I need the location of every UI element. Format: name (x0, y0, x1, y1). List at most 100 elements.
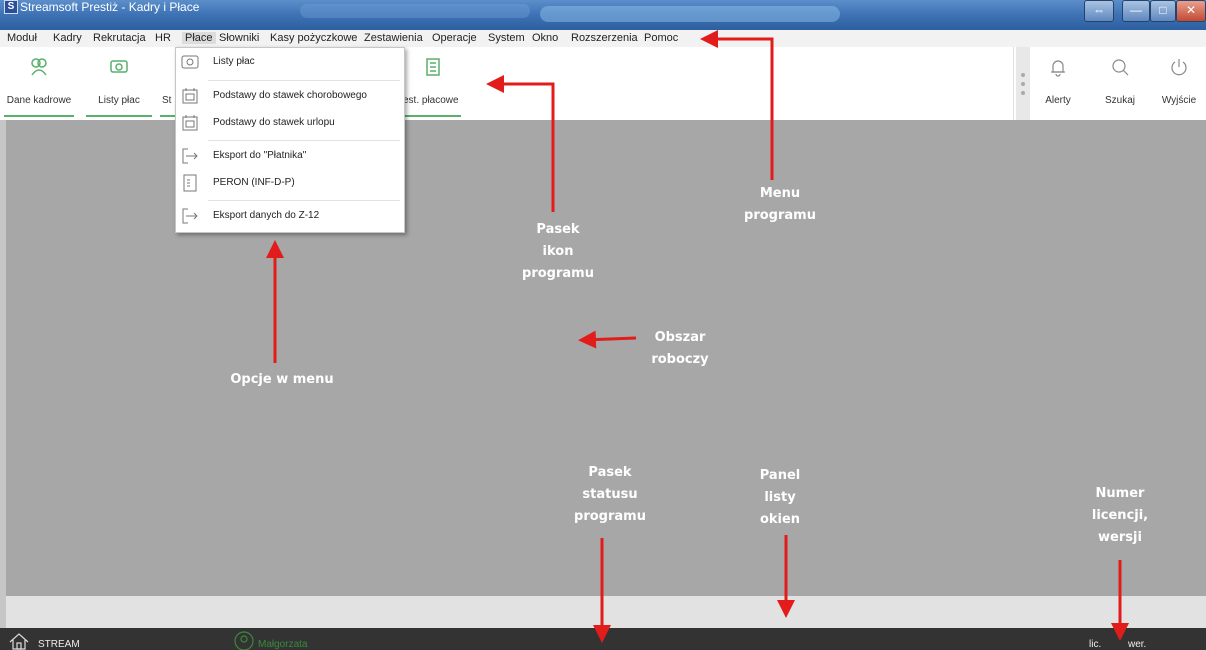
ribbon-label: Szukaj (1104, 95, 1135, 106)
ribbon-button-dane-kadrowe[interactable]: Dane kadrowe (0, 47, 78, 119)
annotation-line: Pasek (536, 222, 580, 237)
dropdown-item-label: Listy płac (213, 56, 255, 67)
home-icon[interactable] (8, 632, 30, 650)
annotation-line: Menu (759, 186, 801, 201)
annotation-line: programu (522, 266, 594, 281)
document-icon (183, 174, 197, 192)
close-button[interactable]: ✕ (1176, 0, 1206, 22)
ribbon-label: Wyjście (1161, 95, 1197, 106)
ribbon-button-alerty[interactable]: Alerty (1030, 47, 1086, 119)
payroll-icon (110, 60, 128, 73)
title-bar: S Streamsoft Prestiż - Kadry i Płace ⇔ —… (0, 0, 1206, 30)
dropdown-separator (208, 80, 400, 81)
annotation-opcje-w-menu: Opcje w menu (222, 369, 342, 391)
dropdown-item-label: PERON (INF-D-P) (213, 177, 295, 188)
dropdown-item-podstawy-chorobowego[interactable]: Podstawy do stawek chorobowego (176, 84, 404, 110)
menu-item-kasy-pozyczkowe[interactable]: Kasy pożyczkowe (270, 32, 357, 44)
ribbon-label: Listy płac (98, 95, 140, 106)
menu-item-rekrutacja[interactable]: Rekrutacja (93, 32, 146, 44)
ribbon-button-szukaj[interactable]: Szukaj (1092, 47, 1148, 119)
place-dropdown-menu: Listy płac Podstawy do stawek choroboweg… (175, 47, 405, 233)
user-icon[interactable] (232, 631, 256, 650)
menu-item-kadry[interactable]: Kadry (53, 32, 82, 44)
annotation-line: okien (759, 512, 801, 527)
employees-icon (31, 58, 47, 76)
menu-item-okno[interactable]: Okno (532, 32, 558, 44)
menu-item-slowniki[interactable]: Słowniki (219, 32, 259, 44)
payroll-icon (181, 55, 199, 69)
dropdown-item-podstawy-urlopu[interactable]: Podstawy do stawek urlopu (176, 111, 404, 137)
status-license: lic. (1089, 639, 1102, 650)
annotation-line: Obszar (654, 330, 706, 345)
report-icon (426, 58, 440, 76)
menu-item-zestawienia[interactable]: Zestawienia (364, 32, 423, 44)
power-icon (1171, 59, 1187, 76)
annotation-line: programu (574, 509, 646, 524)
dropdown-item-label: Eksport danych do Z-12 (213, 210, 320, 221)
minimize-button[interactable]: — (1122, 0, 1150, 22)
ribbon-label: est. płacowe (403, 95, 459, 106)
menu-item-rozszerzenia[interactable]: Rozszerzenia (571, 32, 638, 44)
annotation-panel-listy-okien: Panel listy okien (730, 465, 830, 531)
dropdown-item-eksport-platnika[interactable]: Eksport do "Płatnika" (176, 144, 404, 170)
status-user[interactable]: Małgorzata (258, 639, 307, 650)
annotation-pasek-statusu: Pasek statusu programu (560, 462, 660, 528)
ribbon-underline (86, 115, 152, 117)
ribbon-underline (403, 115, 461, 117)
menu-item-modul[interactable]: Moduł (7, 32, 37, 44)
calendar-icon (182, 115, 198, 131)
window-list-panel[interactable] (6, 596, 1206, 628)
annotation-line: wersji (1098, 530, 1142, 545)
title-bar-decoration (300, 4, 530, 18)
annotation-line: Opcje w menu (230, 372, 334, 387)
dropdown-item-eksport-z12[interactable]: Eksport danych do Z-12 (176, 204, 404, 230)
title-bar-decoration (540, 6, 840, 22)
status-app-name: STREAM (38, 639, 80, 650)
export-icon (182, 208, 198, 224)
menu-item-operacje[interactable]: Operacje (432, 32, 477, 44)
grip-dot (1021, 82, 1025, 86)
status-bar: STREAM Małgorzata lic. wer. (0, 628, 1206, 650)
annotation-obszar-roboczy: Obszar roboczy (630, 327, 730, 371)
annotation-line: statusu (582, 487, 638, 502)
menu-bar: Moduł Kadry Rekrutacja HR Płace Słowniki… (0, 30, 1206, 47)
ribbon-separator (1013, 47, 1014, 120)
menu-item-pomoc[interactable]: Pomoc (644, 32, 678, 44)
ribbon-button-zest-placowe[interactable]: est. płacowe (403, 47, 465, 119)
dropdown-item-listy-plac[interactable]: Listy płac (176, 50, 404, 76)
annotation-line: roboczy (651, 352, 709, 367)
ribbon-underline (4, 115, 74, 117)
annotation-menu-programu: Menu programu (730, 183, 830, 227)
annotation-line: Panel (759, 468, 801, 483)
calendar-icon (182, 88, 198, 104)
status-version: wer. (1128, 639, 1147, 650)
annotation-numer-licencji: Numer licencji, wersji (1070, 483, 1170, 549)
annotation-line: Pasek (588, 465, 632, 480)
annotation-line: programu (744, 208, 816, 223)
ribbon-button-listy-plac[interactable]: Listy płac (82, 47, 156, 119)
annotation-line: listy (764, 490, 796, 505)
ribbon-label: Dane kadrowe (6, 95, 72, 106)
dropdown-item-label: Podstawy do stawek chorobowego (213, 90, 367, 101)
export-icon (182, 148, 198, 164)
maximize-button[interactable]: □ (1150, 0, 1176, 22)
window-title: Streamsoft Prestiż - Kadry i Płace (20, 0, 200, 14)
annotation-line: licencji, (1091, 508, 1149, 523)
menu-item-place[interactable]: Płace (182, 32, 216, 44)
dropdown-item-peron[interactable]: PERON (INF-D-P) (176, 171, 404, 197)
ribbon-label: Alerty (1045, 95, 1071, 106)
ribbon-button-wyjscie[interactable]: Wyjście (1152, 47, 1206, 119)
grip-dot (1021, 91, 1025, 95)
dropdown-separator (208, 140, 400, 141)
dropdown-separator (208, 200, 400, 201)
annotation-pasek-ikon: Pasek ikon programu (508, 219, 608, 285)
grip-dot (1021, 73, 1025, 77)
menu-item-system[interactable]: System (488, 32, 525, 44)
dropdown-item-label: Eksport do "Płatnika" (213, 150, 307, 161)
ribbon-grip[interactable] (1016, 47, 1030, 120)
restore-icon[interactable]: ⇔ (1084, 0, 1114, 22)
menu-item-hr[interactable]: HR (155, 32, 171, 44)
annotation-line: ikon (542, 244, 574, 259)
search-icon (1112, 59, 1129, 76)
app-icon[interactable]: S (4, 0, 18, 14)
